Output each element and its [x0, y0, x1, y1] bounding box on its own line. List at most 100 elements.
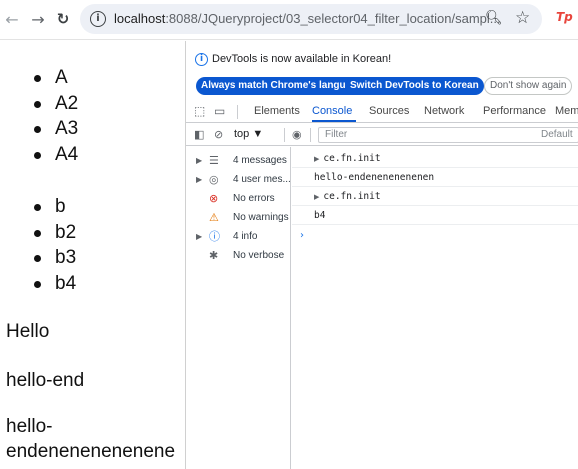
list-a: A A2 A3 A4 [34, 65, 78, 167]
url-text[interactable]: localhost:8088/JQueryproject/03_selector… [114, 11, 501, 26]
bullet [34, 255, 41, 262]
list-item-text: b4 [55, 272, 77, 294]
site-info-icon[interactable]: i [90, 11, 106, 27]
switch-to-korean-button[interactable]: Switch DevTools to Korean [345, 77, 484, 95]
log-entry[interactable]: ▶ ce.fn.init [292, 187, 578, 206]
filter-input[interactable]: Filter [318, 127, 578, 143]
list-item: A4 [34, 142, 78, 168]
live-expression-eye-icon[interactable]: ◉ [292, 128, 302, 141]
filter-placeholder: Filter [325, 129, 348, 140]
sidebar-item-label: 4 messages [233, 155, 287, 166]
log-entry: hello-endenenenenenen [292, 168, 578, 187]
list-item-text: A4 [55, 143, 79, 165]
context-selector[interactable]: top ▼ [234, 128, 263, 140]
device-toolbar-icon[interactable]: ▭ [214, 104, 225, 118]
console-sidebar: ▶ ☰ 4 messages ▶ ◎ 4 user mes... ⊗ No er… [186, 147, 291, 469]
expand-triangle-icon[interactable]: ▶ [314, 155, 319, 163]
infobar-message: DevTools is now available in Korean! [212, 53, 392, 65]
list-item: b2 [34, 220, 76, 246]
bullet [34, 75, 41, 82]
back-arrow-icon[interactable]: ← [0, 7, 24, 31]
sidebar-item-user-messages[interactable]: ▶ ◎ 4 user mes... [186, 170, 291, 189]
divider [284, 128, 285, 142]
reload-icon[interactable]: ↻ [51, 7, 75, 31]
log-entry-text: ce.fn.init [323, 153, 381, 164]
log-entry-text: b4 [314, 210, 326, 221]
tab-sources[interactable]: Sources [369, 105, 409, 117]
bookmark-star-icon[interactable]: ☆ [515, 8, 530, 28]
divider [237, 105, 238, 119]
expand-triangle-icon[interactable]: ▶ [314, 193, 319, 201]
list-item-text: A2 [55, 92, 79, 114]
tab-console[interactable]: Console [312, 105, 352, 117]
address-bar[interactable]: i localhost:8088/JQueryproject/03_select… [80, 4, 542, 34]
list-icon: ☰ [209, 154, 219, 167]
list-b: b b2 b3 b4 [34, 194, 76, 296]
paragraph-hello-end: hello-end [6, 370, 85, 391]
zoom-icon[interactable]: 🔍︎ [485, 10, 503, 26]
inspect-element-icon[interactable]: ⬚ [194, 104, 205, 118]
paragraph-hello-long-line1: hello- [6, 416, 53, 437]
list-item-text: b [55, 196, 66, 217]
expand-arrow-icon[interactable]: ▶ [196, 151, 202, 170]
sidebar-item-messages[interactable]: ▶ ☰ 4 messages [186, 151, 290, 170]
sidebar-item-label: No errors [233, 193, 275, 204]
sidebar-item-info[interactable]: ▶ ⓘ 4 info [186, 227, 290, 246]
list-item: A2 [34, 91, 78, 117]
forward-arrow-icon[interactable]: → [26, 7, 50, 31]
url-host: localhost [114, 11, 166, 26]
log-entry-text: hello-endenenenenenen [314, 172, 435, 183]
active-tab-indicator [312, 120, 356, 122]
bullet [34, 151, 41, 159]
url-path: :8088/JQueryproject/03_selector04_filter… [165, 11, 501, 26]
sidebar-item-errors[interactable]: ⊗ No errors [186, 189, 290, 208]
error-icon: ⊗ [209, 192, 219, 205]
tab-network[interactable]: Network [424, 105, 464, 117]
divider [310, 128, 311, 142]
page-content: A A2 A3 A4 b b2 b3 b4 Hello hello-end he… [0, 41, 184, 469]
bullet [34, 229, 41, 237]
console-toolbar: ◧ ⊘ top ▼ ◉ Filter Default [186, 124, 578, 146]
sidebar-toggle-icon[interactable]: ◧ [194, 128, 204, 141]
sidebar-item-label: No verbose [233, 250, 285, 261]
devtools-panel: i DevTools is now available in Korean! A… [185, 41, 578, 469]
always-match-language-button[interactable]: Always match Chrome's language [196, 77, 368, 95]
clear-console-icon[interactable]: ⊘ [214, 128, 223, 141]
browser-toolbar: ← → ↻ i localhost:8088/JQueryproject/03_… [0, 0, 578, 40]
log-entry[interactable]: ▶ ce.fn.init [292, 149, 578, 168]
console-prompt-chevron-icon[interactable]: › [300, 230, 304, 241]
bullet [34, 126, 41, 133]
warning-icon: ⚠ [209, 211, 219, 224]
expand-arrow-icon[interactable]: ▶ [196, 227, 202, 246]
list-item: A [34, 65, 78, 91]
list-item-text: b3 [55, 247, 77, 268]
bullet [34, 100, 41, 108]
expand-arrow-icon[interactable]: ▶ [196, 170, 202, 189]
bullet [34, 280, 41, 288]
info-icon: i [195, 53, 208, 66]
bullet [34, 204, 41, 211]
list-item: b3 [34, 245, 76, 271]
dont-show-again-button[interactable]: Don't show again [484, 77, 573, 95]
console-log: ▶ ce.fn.init hello-endenenenenenen ▶ ce.fn… [292, 147, 578, 469]
sidebar-item-verbose[interactable]: ✱ No verbose [186, 246, 290, 265]
list-item: b [34, 194, 76, 220]
tab-memory[interactable]: Mem [555, 105, 578, 117]
list-item: A3 [34, 116, 78, 142]
list-item-text: A [55, 67, 68, 88]
language-infobar: i DevTools is now available in Korean! A… [186, 41, 578, 97]
list-item-text: b2 [55, 221, 77, 243]
log-entry-text: ce.fn.init [323, 191, 381, 202]
sidebar-item-warnings[interactable]: ⚠ No warnings [186, 208, 290, 227]
extension-icon[interactable]: Tp [556, 10, 573, 24]
paragraph-hello: Hello [6, 321, 50, 342]
paragraph-hello-long-line2: endenenenenenene [6, 441, 176, 462]
sidebar-item-label: 4 user mes... [233, 174, 291, 185]
list-item: b4 [34, 271, 76, 297]
tab-elements[interactable]: Elements [254, 105, 300, 117]
tab-performance[interactable]: Performance [483, 105, 546, 117]
sidebar-item-label: 4 info [233, 231, 258, 242]
info-icon: ⓘ [209, 230, 220, 243]
devtools-tabbar: ⬚ ▭ Elements Console Sources Network Per… [186, 101, 578, 123]
log-levels-dropdown[interactable]: Default [541, 129, 573, 140]
